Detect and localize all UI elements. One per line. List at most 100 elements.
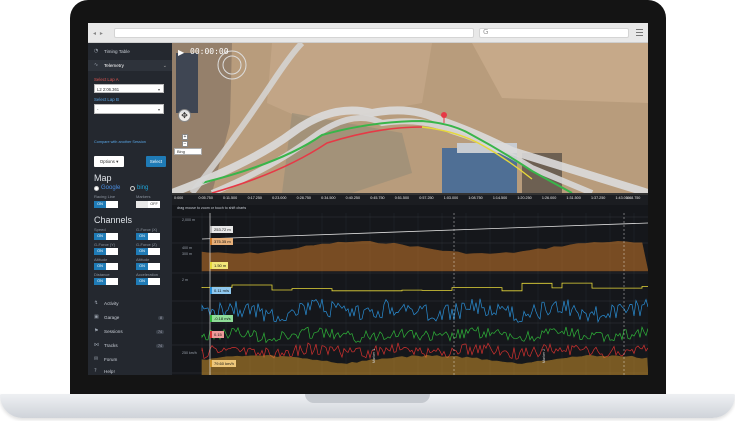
toggle-knob xyxy=(136,201,148,208)
bing-label: bing xyxy=(137,185,149,191)
axis-label: 2 m xyxy=(182,278,188,282)
value-tag-distance: 1.50 m xyxy=(210,262,229,269)
radio-bing[interactable] xyxy=(130,185,135,191)
toggle-state: ON xyxy=(94,201,106,208)
toggle-state: ON xyxy=(136,248,148,255)
racing-line-toggle[interactable]: ON xyxy=(94,201,118,208)
time-tick-label: 1:31.500 xyxy=(566,196,581,200)
value-tag-speed: 79.60 km/h xyxy=(210,360,236,367)
time-tick-label: 0:57.250 xyxy=(419,196,434,200)
time-tick-label: 0:23.000 xyxy=(272,196,287,200)
sidebar-item-activity[interactable]: ↯ Activity xyxy=(88,298,172,309)
sidebar-item-label: Help! xyxy=(104,368,115,374)
laptop-screen: ◂ ▸ G ◔ Timing Table ∿ Telemetry ⌄ Selec… xyxy=(88,23,648,375)
channel-toggle-distance[interactable]: ON xyxy=(94,278,118,285)
time-axis[interactable]: 0:000 0:05.750 0:11.500 0:17.250 0:23.000 0:2… xyxy=(172,193,648,205)
time-tick-label: 0:40.250 xyxy=(345,196,361,200)
channel-toggle-altitude-2[interactable]: ON xyxy=(136,263,160,270)
nav-arrows-icon[interactable]: ◂ ▸ xyxy=(93,30,104,37)
sidebar-item-help[interactable]: ? Help! xyxy=(88,367,172,375)
telemetry-charts[interactable]: drag mouse to zoom or touch to shift cha… xyxy=(172,205,648,375)
radio-google[interactable] xyxy=(94,185,99,191)
satellite-map[interactable]: 00:00:00 ▶ ✥ + − Bing xyxy=(172,43,648,193)
lap-a-value: L2 2:06.361 xyxy=(97,87,120,92)
timeline-scrollbar[interactable] xyxy=(172,193,648,195)
toggle-state: ON xyxy=(136,263,148,270)
play-icon[interactable]: ▶ xyxy=(178,48,184,57)
pan-control-icon[interactable]: ✥ xyxy=(178,109,191,122)
sidebar-item-label: Activity xyxy=(104,301,119,306)
value-tag-distance-a: 253.72 m xyxy=(210,226,233,233)
time-tick-label: 0:11.500 xyxy=(223,196,238,200)
sidebar-item-forum[interactable]: ✉ Forum xyxy=(88,354,172,365)
time-tick-label: 1:03.000 xyxy=(443,196,459,200)
zoom-in-button[interactable]: + xyxy=(182,134,188,140)
select-button[interactable]: Select xyxy=(146,156,166,167)
time-tick-label: 0:05.750 xyxy=(198,196,213,200)
channel-toggle-gy[interactable]: ON xyxy=(94,248,118,255)
marker-label: Marker 2 xyxy=(542,348,546,363)
sidebar-item-garage[interactable]: ▣ Garage 8 xyxy=(88,312,172,323)
sidebar-item-timing-table[interactable]: ◔ Timing Table xyxy=(88,46,172,57)
time-tick-label: 1:37.250 xyxy=(590,196,606,200)
sidebar-item-tracks[interactable]: ⋈ Tracks 74 xyxy=(88,340,172,351)
toggle-knob xyxy=(148,248,160,255)
series-area-altitude xyxy=(201,240,648,272)
clock-icon: ◔ xyxy=(94,48,99,54)
compare-session-link[interactable]: Compare with another Session xyxy=(94,140,146,144)
channel-toggle-acceleration[interactable]: ON xyxy=(136,278,160,285)
markers-toggle[interactable]: OFF xyxy=(136,201,160,208)
time-tick-label: 0:28.750 xyxy=(296,196,311,200)
racing-line-label: Racing Line xyxy=(94,194,116,199)
sidebar-item-label: Sessions xyxy=(104,329,123,334)
browser-toolbar: ◂ ▸ G xyxy=(88,23,648,43)
sidebar-item-label: Tracks xyxy=(104,343,118,348)
channel-toggle-gx[interactable]: ON xyxy=(136,233,160,240)
sidebar-item-label: Timing Table xyxy=(104,49,130,54)
channels-heading: Channels xyxy=(94,215,133,225)
channel-label: G-Force (Z) xyxy=(136,242,157,247)
time-tick-label: 0:17.250 xyxy=(247,196,262,200)
sidebar-item-sessions[interactable]: ⚑ Sessions 74 xyxy=(88,326,172,337)
toggle-state: ON xyxy=(94,278,106,285)
sidebar-item-telemetry[interactable]: ∿ Telemetry ⌄ xyxy=(88,60,172,71)
time-tick-label: 1:14.500 xyxy=(492,196,508,200)
time-tick-label: 0:51.500 xyxy=(394,196,410,200)
channel-label: Altitude xyxy=(94,257,108,262)
lap-b-select[interactable]: - ▾ xyxy=(94,104,164,114)
flag-icon: ⚑ xyxy=(94,328,99,334)
toggle-knob xyxy=(148,278,160,285)
toggle-state: ON xyxy=(136,233,148,240)
lap-a-select[interactable]: L2 2:06.361 ▾ xyxy=(94,84,164,93)
time-tick-label: 1:48.750 xyxy=(626,196,641,200)
channel-toggle-gz[interactable]: ON xyxy=(136,248,160,255)
channel-toggle-speed[interactable]: ON xyxy=(94,233,118,240)
time-tick-label: 1:26.000 xyxy=(541,196,557,200)
map-option-bing[interactable]: bing xyxy=(130,185,148,191)
lap-a-label: Select Lap A xyxy=(94,77,119,82)
marker-label: Marker 1 xyxy=(372,348,376,363)
lap-b-label: Select Lap B xyxy=(94,97,119,102)
map-heading: Map xyxy=(94,173,112,183)
sidebar-item-label: Telemetry xyxy=(104,63,124,68)
help-icon: ? xyxy=(94,367,97,374)
lap-b-value: - xyxy=(97,107,99,112)
comment-icon: ✉ xyxy=(94,356,99,362)
options-button[interactable]: Options ▾ xyxy=(94,156,124,167)
map-option-google[interactable]: Google xyxy=(94,185,120,191)
map-type-select[interactable]: Bing xyxy=(174,148,202,155)
chart-icon: ∿ xyxy=(94,62,99,68)
toggle-knob xyxy=(106,278,118,285)
search-bar[interactable]: G xyxy=(479,28,629,38)
toggle-state: OFF xyxy=(148,201,160,208)
menu-icon[interactable] xyxy=(636,29,643,36)
caret-down-icon: ▾ xyxy=(157,107,160,112)
channel-label: Altitude xyxy=(136,257,150,262)
zoom-out-button[interactable]: − xyxy=(182,141,188,147)
value-tag-gy: -0.18 m/s xyxy=(210,315,233,322)
address-bar[interactable] xyxy=(114,28,474,38)
search-icon: G xyxy=(483,28,489,36)
channel-toggle-altitude[interactable]: ON xyxy=(94,263,118,270)
sidebar-item-label: Forum xyxy=(104,357,118,362)
series-line-step xyxy=(201,282,648,292)
